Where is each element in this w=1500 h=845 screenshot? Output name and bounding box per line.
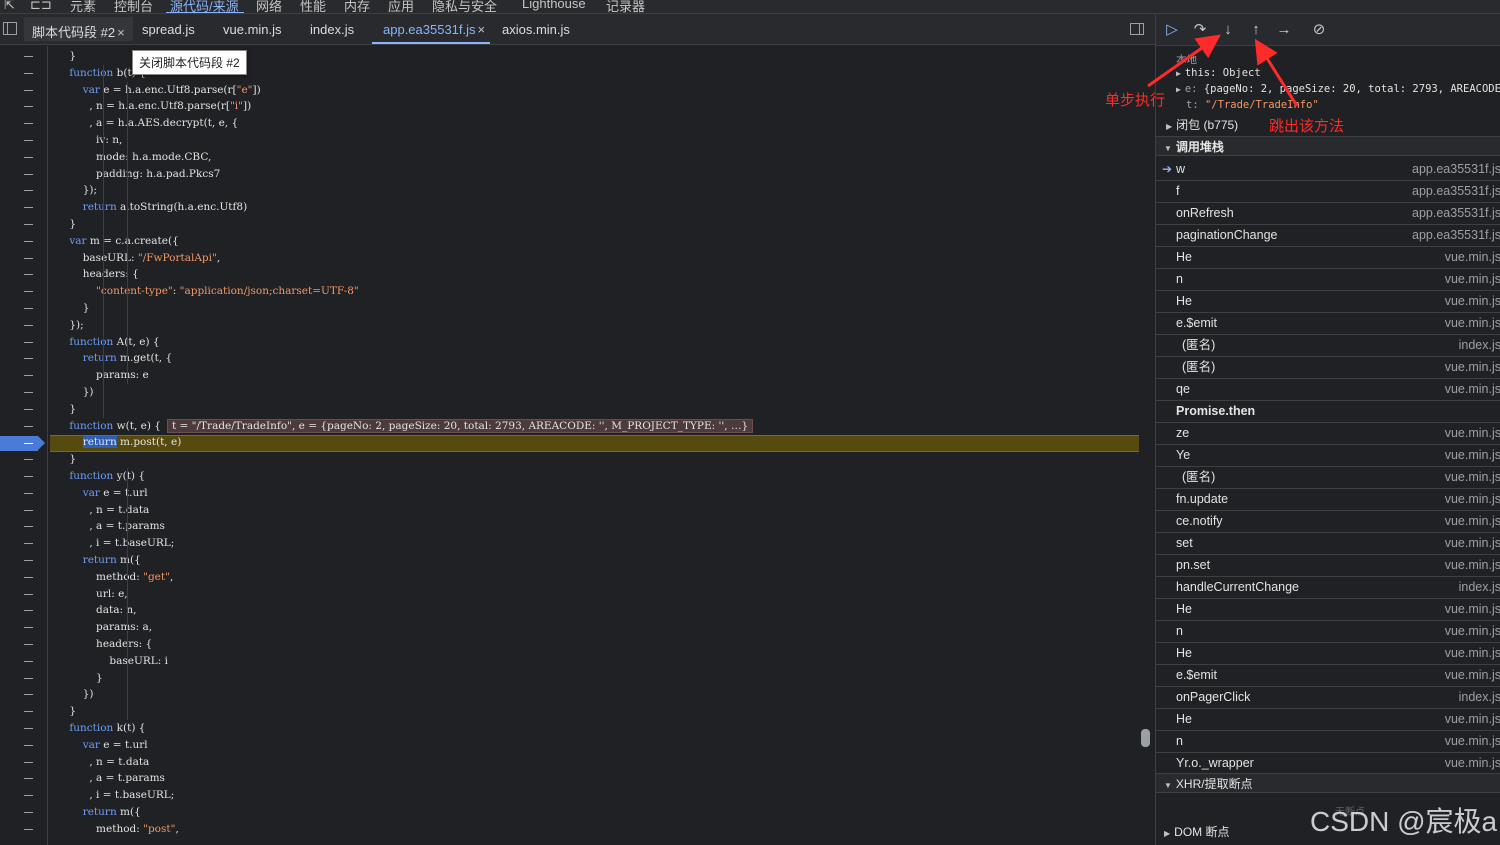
annotation-step-out: 跳出该方法 bbox=[1269, 118, 1345, 135]
step-out-arrow bbox=[1254, 38, 1299, 107]
annotation-step: 单步执行 bbox=[1105, 92, 1166, 109]
step-arrow bbox=[1147, 34, 1221, 88]
